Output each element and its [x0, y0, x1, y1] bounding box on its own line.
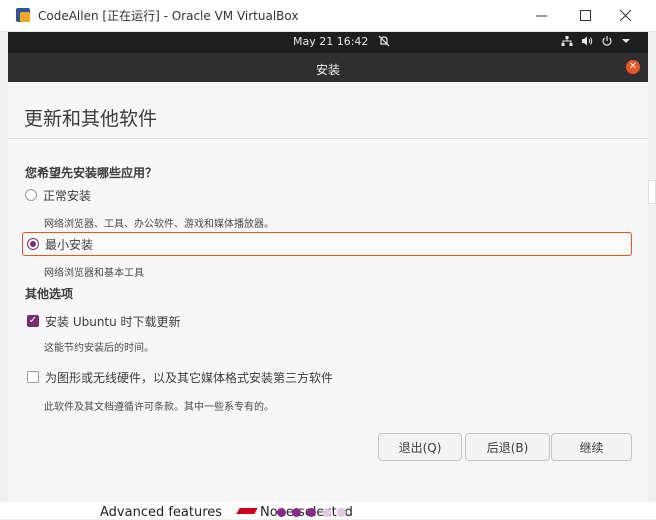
installer-body: 更新和其他软件 您希望先安装哪些应用？ 正常安装 网络浏览器、工具、办公软件、游…: [8, 82, 648, 502]
minimize-button[interactable]: [519, 0, 563, 31]
background-window-edge: [648, 180, 656, 204]
minimal-install-radio[interactable]: 最小安装: [22, 232, 632, 256]
radio-button-selected[interactable]: [27, 238, 39, 250]
close-window-button[interactable]: [603, 0, 647, 31]
virtualbox-app-icon: [16, 7, 32, 24]
network-icon: [561, 35, 573, 50]
page-title: 更新和其他软件: [24, 108, 158, 130]
heading-divider: [8, 138, 648, 139]
download-updates-label: 安装 Ubuntu 时下载更新: [45, 314, 181, 329]
third-party-label: 为图形或无线硬件，以及其它媒体格式安装第三方软件: [45, 370, 334, 385]
installer-close-button[interactable]: ✕: [626, 60, 640, 74]
background-red-mark: [236, 508, 258, 514]
question-label: 您希望先安装哪些应用？: [25, 166, 158, 180]
normal-install-radio[interactable]: 正常安装: [25, 184, 91, 206]
system-tray[interactable]: [561, 35, 631, 50]
power-icon: [601, 35, 613, 50]
maximize-icon: [579, 10, 591, 21]
window-titlebar: CodeAllen [正在运行] - Oracle VM VirtualBox: [0, 0, 656, 32]
dot: [307, 508, 316, 517]
clock[interactable]: May 21 16:42: [293, 35, 368, 48]
third-party-checkbox[interactable]: 为图形或无线硬件，以及其它媒体格式安装第三方软件: [27, 367, 333, 387]
download-updates-description: 这能节约安装后的时间。: [44, 343, 154, 354]
maximize-button[interactable]: [563, 0, 607, 31]
continue-button[interactable]: 继续: [551, 433, 632, 461]
dot: [292, 508, 301, 517]
notifications-off-icon: [378, 35, 390, 50]
back-button[interactable]: 后退(B): [465, 433, 550, 461]
background-text-advanced: Advanced features: [100, 505, 223, 520]
installer-header: 安装 ✕: [8, 53, 648, 82]
background-dots: [277, 508, 346, 517]
background-page: Advanced features None selected: [0, 502, 656, 520]
normal-install-description: 网络浏览器、工具、办公软件、游戏和媒体播放器。: [44, 219, 274, 230]
dot: [337, 508, 346, 517]
third-party-description: 此软件及其文档遵循许可条款。其中一些系专有的。: [44, 402, 274, 413]
volume-icon: [581, 35, 593, 50]
normal-install-label: 正常安装: [43, 188, 92, 203]
download-updates-checkbox[interactable]: ✓ 安装 Ubuntu 时下载更新: [27, 311, 181, 331]
gnome-top-bar: May 21 16:42: [8, 32, 648, 53]
radio-button[interactable]: [25, 189, 37, 201]
checkmark-icon[interactable]: ✓: [27, 315, 39, 327]
chevron-down-icon: [621, 35, 631, 50]
minimize-icon: [535, 15, 547, 17]
minimal-install-description: 网络浏览器和基本工具: [44, 268, 144, 279]
window-title: CodeAllen [正在运行] - Oracle VM VirtualBox: [38, 9, 299, 23]
minimal-install-label: 最小安装: [45, 237, 94, 252]
checkbox-empty[interactable]: [27, 371, 39, 383]
other-options-heading: 其他选项: [25, 287, 74, 301]
close-icon: ✕: [628, 61, 638, 72]
close-icon: [619, 10, 631, 21]
installer-title: 安装: [315, 63, 340, 77]
dot: [322, 508, 331, 517]
dot: [277, 508, 286, 517]
quit-button[interactable]: 退出(Q): [378, 433, 462, 461]
